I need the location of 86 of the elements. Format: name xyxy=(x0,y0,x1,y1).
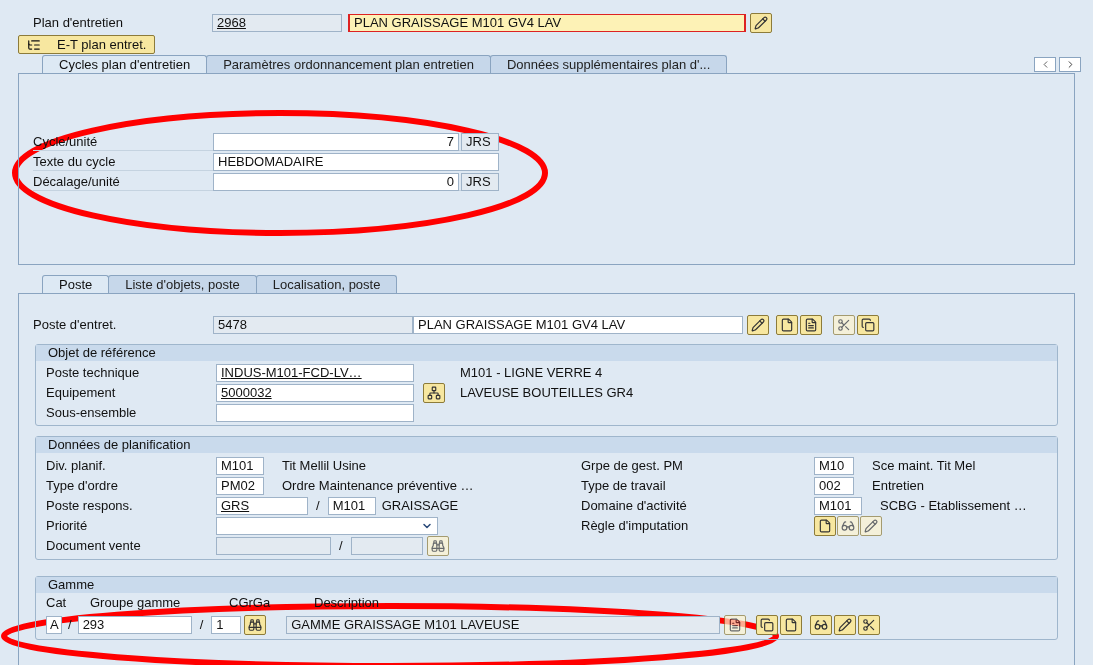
create-icon[interactable] xyxy=(776,315,798,335)
field-label: Poste d'entret. xyxy=(33,316,118,335)
input-field[interactable]: 1 xyxy=(211,616,242,634)
description-field[interactable]: PLAN GRAISSAGE M101 GV4 LAV xyxy=(348,14,746,32)
field-label: Div. planif. xyxy=(46,457,107,476)
copy-icon[interactable] xyxy=(857,315,879,335)
field-label: Règle d'imputation xyxy=(581,517,690,536)
field-label: Poste technique xyxy=(46,364,141,383)
create-icon[interactable] xyxy=(780,615,803,635)
input-field[interactable]: 5478 xyxy=(213,316,413,334)
tab[interactable]: Données supplémentaires plan d'... xyxy=(489,55,728,73)
code-description: Tit Mellil Usine xyxy=(282,457,367,476)
create-icon[interactable] xyxy=(814,516,836,536)
column-header: Cat xyxy=(46,593,68,612)
field-label: Texte du cycle xyxy=(33,152,117,171)
scissors-icon[interactable] xyxy=(858,615,881,635)
field-label: Grpe de gest. PM xyxy=(581,457,684,476)
input-field[interactable]: 2968 xyxy=(212,14,342,32)
input-field[interactable]: 7 xyxy=(213,132,459,151)
search-icon[interactable] xyxy=(244,615,267,635)
tab[interactable]: Localisation, poste xyxy=(255,275,398,293)
input-field[interactable]: A xyxy=(46,616,62,634)
code-description: Sce maint. Tit Mel xyxy=(872,457,976,476)
field-label: Domaine d'activité xyxy=(581,497,688,516)
document-icon[interactable] xyxy=(724,615,747,635)
separator: / xyxy=(68,616,72,635)
input-field[interactable]: HEBDOMADAIRE xyxy=(213,152,499,171)
input-field[interactable]: M101 xyxy=(327,497,376,515)
structure-button[interactable]: E-T plan entret. xyxy=(18,35,156,54)
input-field[interactable]: 0 xyxy=(213,172,459,191)
separator: / xyxy=(316,497,320,516)
input-field[interactable]: M10 xyxy=(814,457,854,475)
scissors-icon[interactable] xyxy=(833,315,855,335)
input-field[interactable] xyxy=(216,404,414,422)
description-field[interactable]: GAMME GRAISSAGE M101 LAVEUSE xyxy=(286,616,721,634)
object-description: LAVEUSE BOUTEILLES GR4 xyxy=(460,384,634,403)
unit-field[interactable]: JRS xyxy=(461,132,499,151)
group-title: Gamme xyxy=(36,577,1057,593)
field-label: Type de travail xyxy=(581,477,667,496)
code-description: SCBG - Etablissement … xyxy=(880,497,1027,516)
code-description: Entretien xyxy=(872,477,925,496)
input-field[interactable]: 5000032 xyxy=(216,384,414,402)
tab[interactable]: Poste xyxy=(42,275,110,293)
input-field[interactable]: M101 xyxy=(216,457,264,475)
group-title: Données de planification xyxy=(36,437,1057,453)
field-label: Priorité xyxy=(46,517,89,536)
tab[interactable]: Liste d'objets, poste xyxy=(108,275,257,293)
hierarchy-icon xyxy=(27,37,41,52)
input-field[interactable]: INDUS-M101-FCD-LV… xyxy=(216,364,414,382)
input-field[interactable]: GRS xyxy=(216,497,308,515)
input-field[interactable] xyxy=(350,537,423,555)
field-label: Plan d'entretien xyxy=(33,14,124,33)
field-label: Equipement xyxy=(46,384,117,403)
display-icon[interactable] xyxy=(837,516,859,536)
display-icon[interactable] xyxy=(810,615,833,635)
edit-icon[interactable] xyxy=(747,315,769,335)
scroll-left-button[interactable] xyxy=(1034,57,1056,72)
separator: / xyxy=(199,616,204,635)
edit-icon[interactable] xyxy=(860,516,882,536)
document-icon[interactable] xyxy=(800,315,822,335)
description-field[interactable]: PLAN GRAISSAGE M101 GV4 LAV xyxy=(413,316,743,334)
scroll-right-button[interactable] xyxy=(1059,57,1081,72)
field-label: Sous-ensemble xyxy=(46,404,138,423)
input-field[interactable]: M101 xyxy=(814,497,862,515)
field-label: Type d'ordre xyxy=(46,477,119,496)
group-title: Objet de référence xyxy=(36,345,1057,361)
edit-icon[interactable] xyxy=(834,615,857,635)
input-field[interactable] xyxy=(216,537,331,555)
field-label: Poste respons. xyxy=(46,497,134,516)
separator: / xyxy=(339,537,343,556)
code-description: GRAISSAGE xyxy=(381,497,459,516)
copy-icon[interactable] xyxy=(756,615,779,635)
object-description: M101 - LIGNE VERRE 4 xyxy=(460,364,603,383)
input-field[interactable]: 293 xyxy=(77,616,192,634)
input-field[interactable]: 002 xyxy=(814,477,854,495)
field-label: Document vente xyxy=(46,537,142,556)
input-field[interactable]: PM02 xyxy=(216,477,264,495)
structure-icon[interactable] xyxy=(423,383,445,403)
code-description: Ordre Maintenance préventive … xyxy=(282,477,474,496)
column-header: Groupe gamme xyxy=(90,593,182,612)
tab[interactable]: Paramètres ordonnancement plan entretien xyxy=(206,55,491,73)
edit-icon[interactable] xyxy=(750,13,772,33)
field-label: Décalage/unité xyxy=(33,172,121,191)
tab[interactable]: Cycles plan d'entretien xyxy=(42,55,208,73)
search-icon[interactable] xyxy=(426,536,449,556)
unit-field[interactable]: JRS xyxy=(461,172,499,191)
